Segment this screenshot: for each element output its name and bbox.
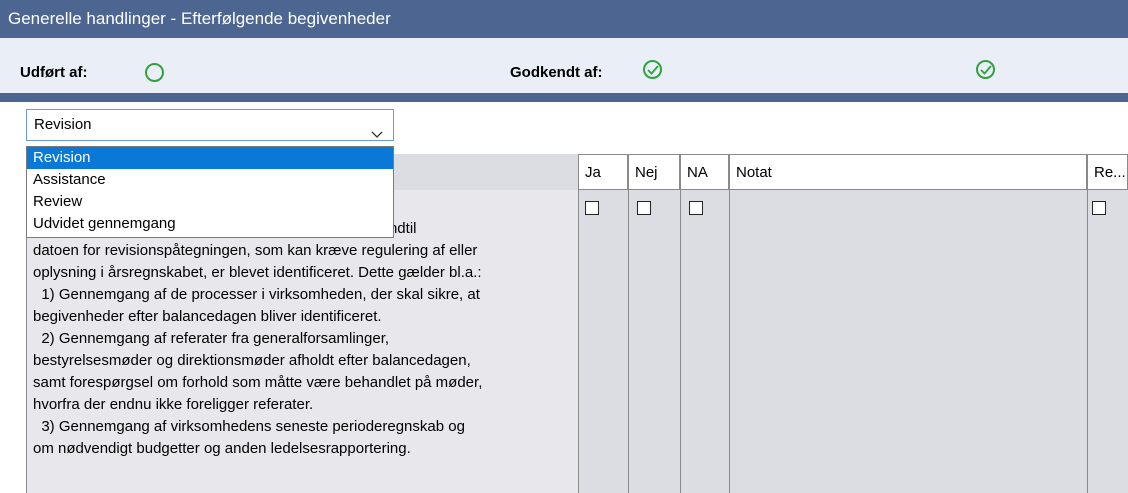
na-cell xyxy=(680,190,729,493)
type-select[interactable]: Revision xyxy=(26,109,394,141)
header-ja: Ja xyxy=(578,154,628,190)
second-approved-check-icon[interactable] xyxy=(976,60,995,79)
header-notat: Notat xyxy=(729,154,1087,190)
dropdown-option-udvidet-gennemgang[interactable]: Udvidet gennemgang xyxy=(27,213,393,235)
type-dropdown-list: Revision Assistance Review Udvidet genne… xyxy=(26,146,394,238)
ja-cell xyxy=(578,190,628,493)
header-na: NA xyxy=(680,154,729,190)
reference-cell xyxy=(1087,190,1128,493)
section-divider xyxy=(0,93,1128,102)
notat-cell[interactable] xyxy=(729,190,1087,493)
reference-checkbox[interactable] xyxy=(1092,201,1106,215)
header-reference: Re... xyxy=(1087,154,1128,190)
nej-checkbox[interactable] xyxy=(637,201,651,215)
performed-status-empty-icon[interactable] xyxy=(145,63,164,82)
dropdown-option-revision[interactable]: Revision xyxy=(27,147,393,169)
nej-cell xyxy=(628,190,680,493)
ja-checkbox[interactable] xyxy=(585,201,599,215)
window-title: Generelle handlinger - Efterfølgende beg… xyxy=(8,9,391,28)
dropdown-option-review[interactable]: Review xyxy=(27,191,393,213)
approved-by-label: Godkendt af: xyxy=(510,64,603,81)
type-select-value: Revision xyxy=(34,116,92,133)
dropdown-option-assistance[interactable]: Assistance xyxy=(27,169,393,191)
performed-by-label: Udført af: xyxy=(20,64,88,81)
approved-check-icon[interactable] xyxy=(643,60,662,79)
na-checkbox[interactable] xyxy=(689,201,703,215)
header-nej: Nej xyxy=(628,154,680,190)
window-title-bar: Generelle handlinger - Efterfølgende beg… xyxy=(0,0,1128,38)
